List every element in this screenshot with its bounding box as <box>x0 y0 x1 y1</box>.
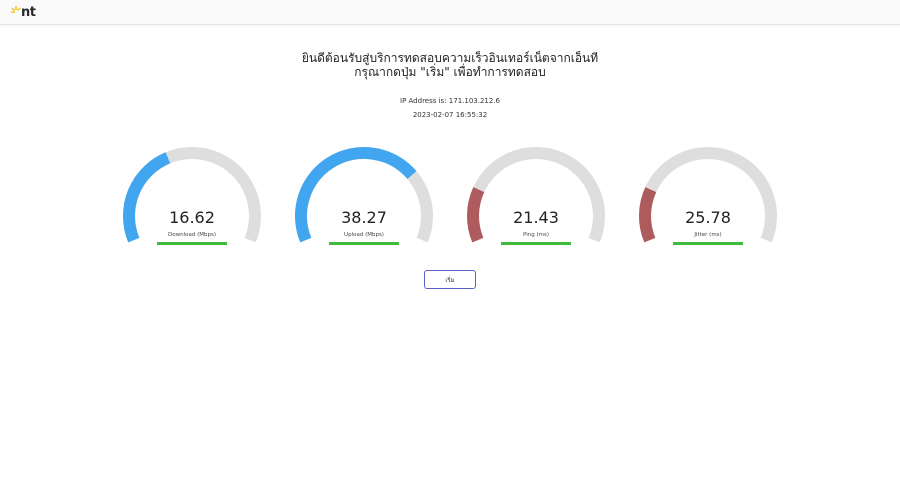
upload-status-bar <box>329 242 399 245</box>
ip-address: IP Address is: 171.103.212.6 <box>400 97 500 105</box>
gauge-download-fill <box>123 152 171 243</box>
download-label: Download (Mbps) <box>168 232 216 238</box>
jitter-label: Jitter (ms) <box>694 232 722 238</box>
gauge-jitter-dial <box>639 146 777 243</box>
gauge-jitter-track <box>639 146 777 243</box>
gauge-jitter: 25.78 Jitter (ms) <box>638 146 788 256</box>
start-button[interactable]: เริ่ม <box>424 270 476 289</box>
gauge-ping-dial <box>467 146 605 243</box>
logo-text: nt <box>21 5 36 20</box>
welcome-line-1: ยินดีต้อนรับสู่บริการทดสอบความเร็วอินเทอ… <box>301 51 599 65</box>
nt-logo[interactable]: nt <box>9 5 69 21</box>
test-datetime: 2023-02-07 16:55:32 <box>412 111 488 119</box>
download-status-bar <box>157 242 227 245</box>
upload-value: 38.27 <box>341 208 387 227</box>
ping-status-bar <box>501 242 571 245</box>
gauge-upload-fill <box>295 147 417 243</box>
top-bar: nt <box>0 0 900 25</box>
gauge-ping-track <box>467 146 605 243</box>
ping-value: 21.43 <box>513 208 559 227</box>
jitter-status-bar <box>673 242 743 245</box>
upload-label: Upload (Mbps) <box>344 232 384 238</box>
download-value: 16.62 <box>169 208 215 227</box>
gauge-download-dial <box>123 146 261 243</box>
welcome-line-2: กรุณากดปุ่ม "เริ่ม" เพื่อทำการทดสอบ <box>354 65 546 79</box>
welcome-heading: ยินดีต้อนรับสู่บริการทดสอบความเร็วอินเทอ… <box>0 51 900 79</box>
jitter-value: 25.78 <box>685 208 731 227</box>
gauge-upload: 38.27 Upload (Mbps) <box>294 146 444 256</box>
gauge-ping: 21.43 Ping (ms) <box>466 146 616 256</box>
gauge-download: 16.62 Download (Mbps) <box>122 146 272 256</box>
ping-label: Ping (ms) <box>523 232 549 238</box>
gauge-upload-dial <box>295 146 433 243</box>
